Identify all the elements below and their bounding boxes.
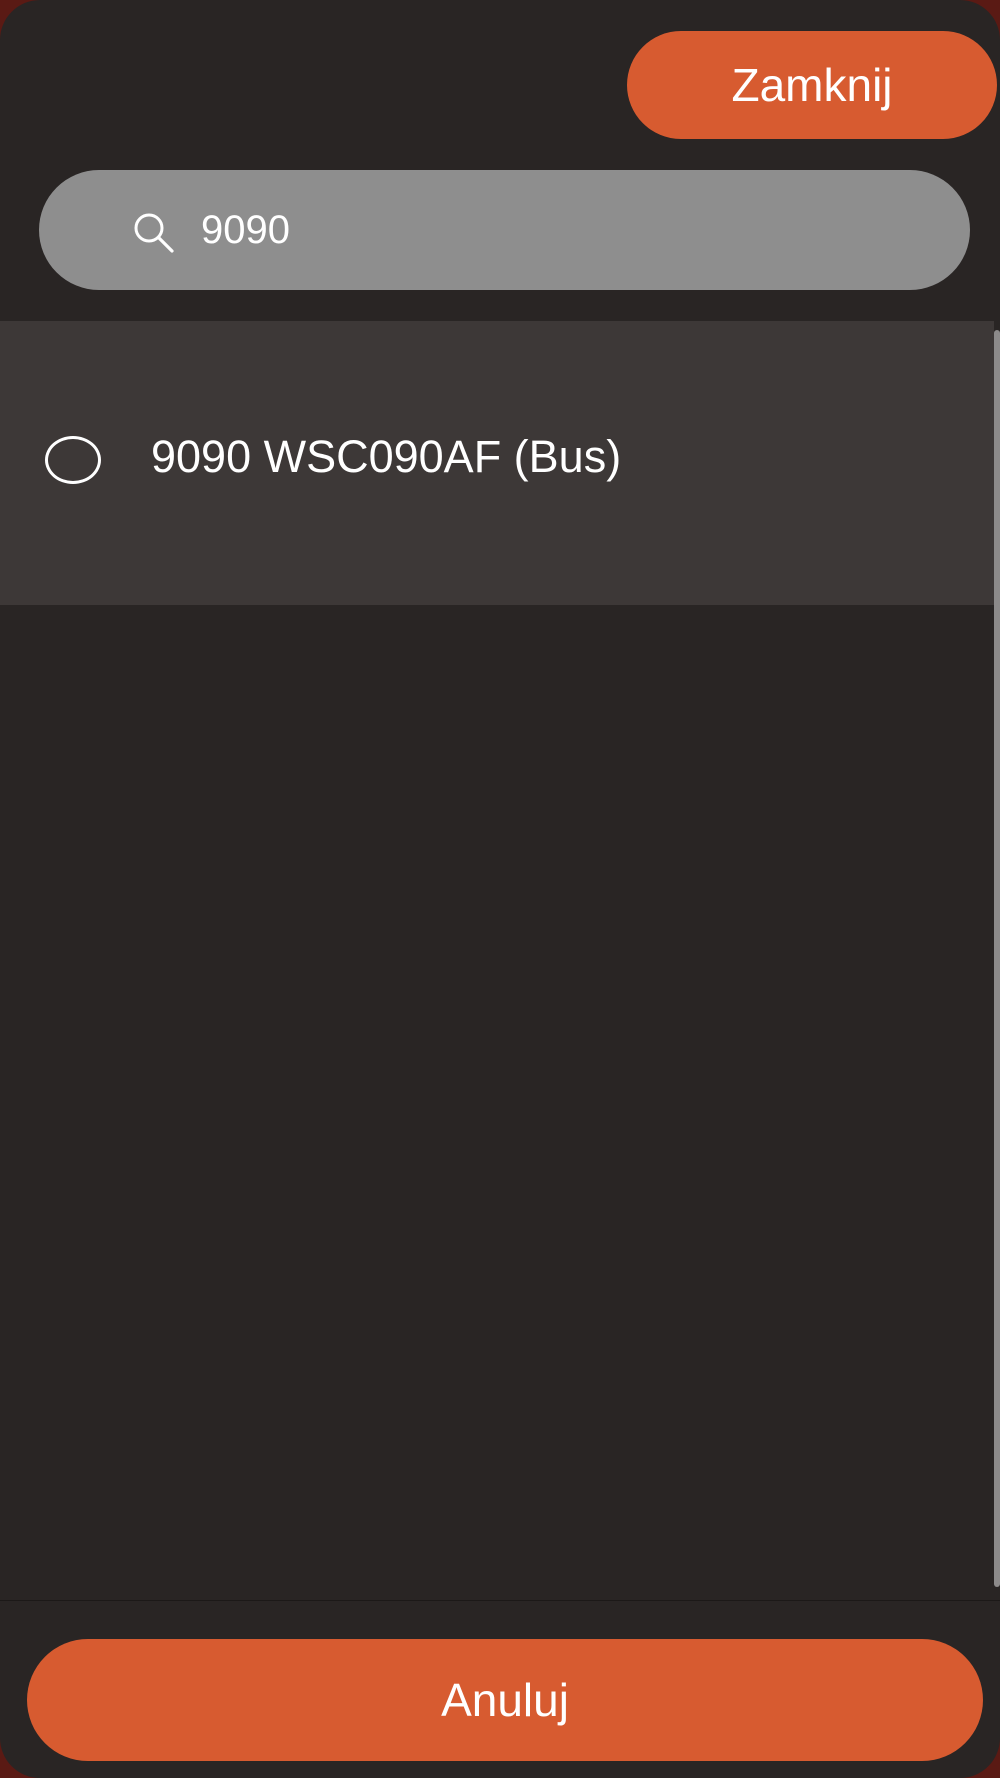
divider xyxy=(0,1600,1000,1601)
search-bar[interactable] xyxy=(39,170,970,290)
search-input[interactable] xyxy=(201,190,921,270)
cancel-button[interactable]: Anuluj xyxy=(27,1639,983,1761)
list-item[interactable]: 9090 WSC090AF (Bus) xyxy=(0,321,994,605)
search-icon xyxy=(134,213,174,253)
close-button[interactable]: Zamknij xyxy=(627,31,997,139)
results-list: 9090 WSC090AF (Bus) xyxy=(0,321,994,1600)
list-item-label: 9090 WSC090AF (Bus) xyxy=(151,431,622,482)
scrollbar[interactable] xyxy=(994,330,1000,1587)
radio-button[interactable] xyxy=(45,436,101,484)
vehicle-picker-panel: Zamknij 9090 WSC090AF (Bus) Anuluj xyxy=(0,0,1000,1778)
